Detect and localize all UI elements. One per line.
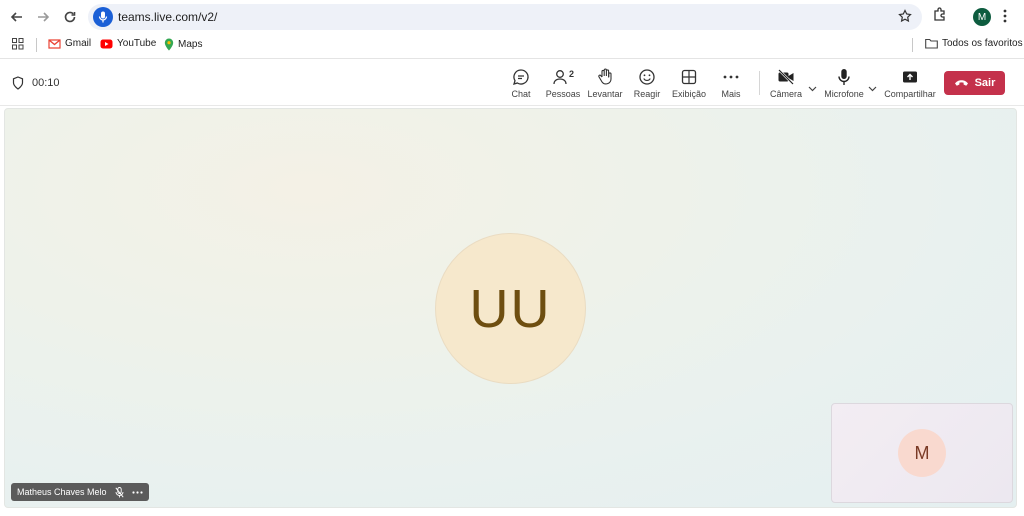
browser-menu-button[interactable] [1002,8,1008,29]
bookmark-youtube[interactable]: YouTube [100,38,156,49]
extensions-button[interactable] [932,6,948,27]
react-label: Reagir [633,89,661,99]
microphone-label: Microfone [824,89,864,99]
camera-options-chevron[interactable] [808,79,817,97]
chat-icon [513,69,529,85]
url-text: teams.live.com/v2/ [118,10,218,24]
microphone-button[interactable]: Microfone [820,67,868,101]
timer-text: 00:10 [32,77,60,89]
toolbar-divider [759,71,760,95]
participant-name: Matheus Chaves Melo [17,487,107,497]
bookmark-label: Maps [178,39,203,50]
more-dots-icon [723,75,739,79]
arrow-right-icon [38,12,50,22]
smiley-icon [639,69,655,85]
bookmarks-divider [912,38,913,52]
share-button[interactable]: Compartilhar [884,67,936,101]
share-screen-icon [903,71,917,83]
bookmarks-bar: Gmail YouTube Maps Todos os favoritos [0,34,1024,56]
gmail-icon [48,38,61,49]
maps-pin-icon [164,38,174,51]
reload-icon [64,11,76,23]
self-view-tile[interactable]: M [831,403,1013,503]
people-button[interactable]: 2 Pessoas [539,67,587,101]
address-bar[interactable]: teams.live.com/v2/ [88,4,922,30]
raise-hand-button[interactable]: Levantar [581,67,629,101]
microphone-icon [838,69,850,85]
bookmark-label: YouTube [117,38,157,49]
more-dots-icon[interactable] [131,490,143,494]
react-button[interactable]: Reagir [623,67,671,101]
bookmark-maps[interactable]: Maps [164,38,202,51]
more-label: Mais [721,89,741,99]
participant-name-tag: Matheus Chaves Melo [11,483,149,501]
mic-off-icon [114,486,124,497]
hang-up-icon [954,80,968,86]
profile-avatar[interactable]: M [973,8,991,26]
bookmarks-folder-label: Todos os favoritos [942,38,1023,49]
apps-grid-icon [12,38,24,50]
raise-hand-icon [598,68,612,85]
puzzle-icon [934,7,945,21]
bookmark-gmail[interactable]: Gmail [48,38,91,49]
view-button[interactable]: Exibição [665,67,713,101]
chevron-down-icon [868,86,877,92]
leave-label: Sair [974,77,996,89]
camera-button[interactable]: Câmera [762,67,810,101]
grid-view-icon [681,69,697,85]
microphone-options-chevron[interactable] [868,79,877,97]
chat-label: Chat [511,89,531,99]
bookmarks-folder[interactable]: Todos os favoritos [925,38,1023,49]
leave-button[interactable]: Sair [944,71,1005,95]
people-count: 2 [568,69,574,79]
chat-button[interactable]: Chat [497,67,545,101]
kebab-menu-icon [1003,9,1007,23]
reload-button[interactable] [59,6,81,28]
microphone-icon [98,11,108,23]
back-button[interactable] [6,6,28,28]
view-label: Exibição [671,89,707,99]
bookmarks-divider [36,38,37,52]
bookmark-label: Gmail [65,38,92,49]
browser-toolbar: teams.live.com/v2/ M [0,0,1024,34]
folder-icon [925,38,938,49]
share-label: Compartilhar [884,89,936,99]
people-icon [553,70,567,85]
apps-button[interactable] [12,38,24,50]
more-button[interactable]: Mais [707,67,755,101]
youtube-icon [100,39,113,48]
site-mic-badge[interactable] [93,7,113,27]
meeting-toolbar: 00:10 Chat 2 Pessoas Levantar Reagir Exi… [0,58,1024,106]
bookmark-star-icon[interactable] [898,9,912,28]
raise-hand-label: Levantar [587,89,623,99]
camera-off-icon [778,69,794,85]
participant-avatar: UU [435,233,586,384]
camera-label: Câmera [769,89,802,99]
arrow-left-icon [10,12,22,22]
self-avatar: M [898,429,946,477]
people-label: Pessoas [545,89,581,99]
chevron-down-icon [808,86,817,92]
shield-icon [12,76,24,90]
meeting-stage: UU Matheus Chaves Melo M [4,108,1017,508]
meeting-timer: 00:10 [12,76,60,90]
forward-button[interactable] [32,6,54,28]
